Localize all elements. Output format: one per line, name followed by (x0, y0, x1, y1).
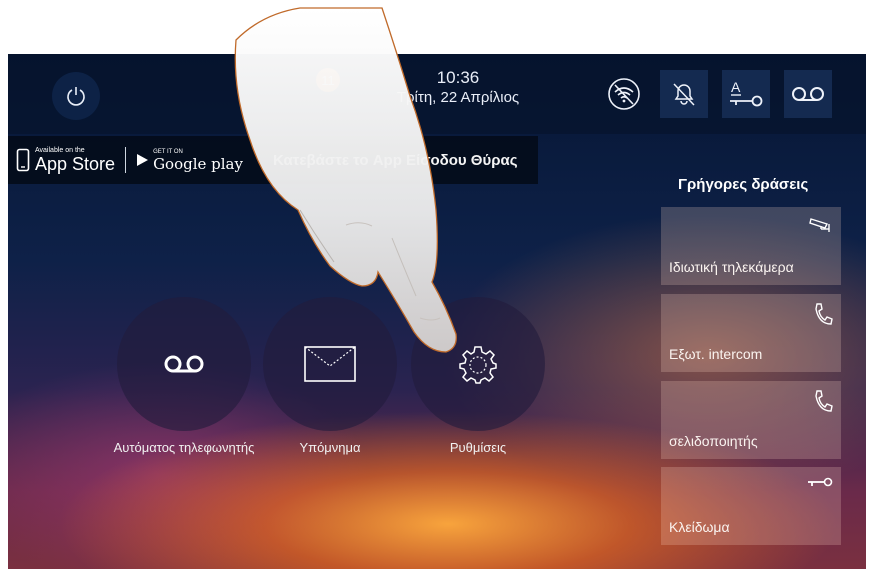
phone-icon (813, 302, 833, 331)
bell-off-icon (673, 83, 695, 106)
door-key-icon: A (730, 79, 763, 107)
app-banner-text: Κατεβάστε το App Είσοδου Θύρας (272, 151, 518, 169)
badge-divider (125, 147, 127, 173)
voicemail-icon (792, 87, 824, 101)
settings-label: Ρυθμίσεις (449, 440, 507, 455)
app-store-big: App Store (35, 153, 116, 174)
door-lock-status[interactable]: A (722, 70, 770, 118)
clock: 10:36 Τρίτη, 22 Απρίλιος (378, 68, 538, 108)
quick-action-external-intercom[interactable]: Εξωτ. intercom (661, 294, 841, 372)
phone-device-icon (16, 148, 30, 172)
quick-action-label: σελιδοποιητής (669, 433, 758, 449)
clock-time: 10:36 (436, 68, 480, 87)
quick-action-lock[interactable]: Κλείδωμα (661, 467, 841, 545)
envelope-icon (304, 346, 356, 382)
key-icon (807, 475, 833, 493)
quick-action-label: Ιδιωτική τηλεκάμερα (669, 259, 794, 275)
quick-actions-title: Γρήγορες δράσεις (678, 176, 809, 193)
quick-action-label: Εξωτ. intercom (669, 346, 763, 362)
power-button[interactable] (52, 72, 100, 120)
phone-icon (813, 389, 833, 418)
app-store-badge[interactable]: Available on the App Store (16, 147, 115, 174)
power-icon (67, 87, 85, 106)
settings-button[interactable] (411, 297, 545, 431)
clock-date: Τρίτη, 22 Απρίλιος (396, 89, 520, 106)
quick-action-label: Κλείδωμα (669, 519, 730, 535)
notification-badge[interactable]: 11 (316, 68, 340, 92)
quick-action-camera[interactable]: Ιδιωτική τηλεκάμερα (661, 207, 841, 285)
answering-machine-button[interactable] (117, 297, 251, 431)
intercom-screen: 11 10:36 Τρίτη, 22 Απρίλιος A Available … (8, 54, 866, 569)
answering-machine-status[interactable] (784, 70, 832, 118)
ringer-status[interactable] (660, 70, 708, 118)
memo-button[interactable] (263, 297, 397, 431)
voicemail-icon (164, 355, 204, 373)
gear-icon (459, 346, 497, 384)
app-download-banner[interactable]: Available on the App Store GET IT ON Goo… (8, 136, 538, 184)
status-bar: 11 10:36 Τρίτη, 22 Απρίλιος A (8, 54, 866, 134)
quick-action-pager[interactable]: σελιδοποιητής (661, 381, 841, 459)
play-icon (137, 154, 149, 166)
wifi-status[interactable] (600, 70, 648, 118)
door-key-letter: A (731, 79, 741, 95)
google-play-big: Google play (153, 154, 243, 173)
google-play-badge[interactable]: GET IT ON Google play (136, 149, 243, 172)
wifi-off-icon (608, 78, 640, 110)
camera-icon (809, 215, 833, 238)
